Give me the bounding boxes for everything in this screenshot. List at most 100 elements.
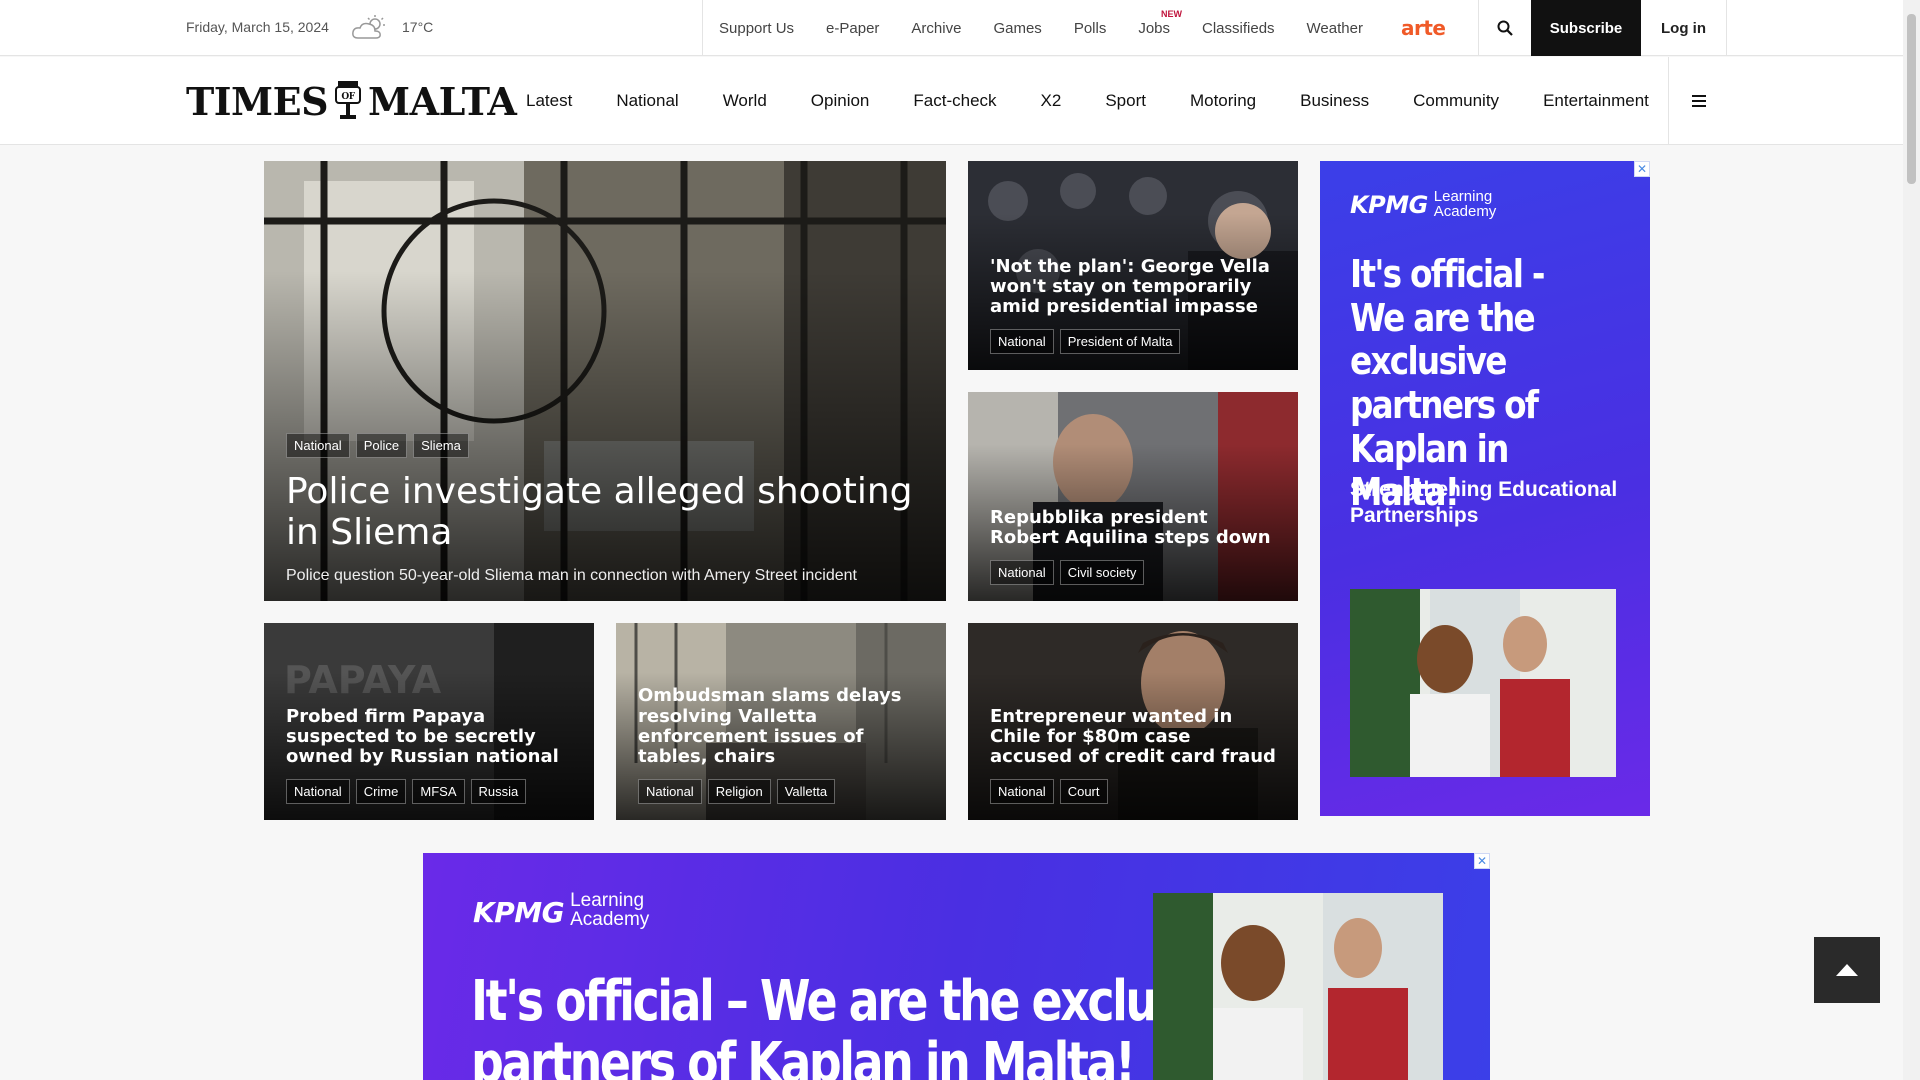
nav-motoring[interactable]: Motoring	[1168, 91, 1278, 111]
tag-police[interactable]: Police	[355, 433, 408, 459]
top-utility-bar: Friday, March 15, 2024 17°C Support Us e…	[0, 0, 1920, 56]
small-article-content: Ombudsman slams delays resolving Vallett…	[638, 686, 924, 804]
arrow-up-icon	[1836, 964, 1858, 976]
ad-headline-line1: It's official – We are the exclusive	[471, 969, 1252, 1034]
new-badge: NEW	[1161, 8, 1183, 19]
side-article-tags: National President of Malta	[990, 329, 1276, 354]
section-nav: Latest National World Opinion Fact-check…	[504, 57, 1671, 145]
side-article-title[interactable]: Repubblika president Robert Aquilina ste…	[990, 507, 1276, 548]
tag-civil-society[interactable]: Civil society	[1059, 560, 1145, 585]
kpmg-logo: KPMG Learning Academy	[473, 891, 649, 929]
hero-article[interactable]: National Police Sliema Police investigat…	[264, 161, 946, 601]
link-e-paper[interactable]: e-Paper	[810, 20, 895, 37]
small-article-papaya[interactable]: PAPAYA Probed firm Papaya suspected to b…	[264, 623, 594, 820]
nav-opinion[interactable]: Opinion	[789, 91, 892, 111]
ad-subline: Strengthening Educational Partnerships	[1350, 478, 1618, 528]
kpmg-academy-label: Learning Academy	[570, 891, 649, 929]
subscribe-button[interactable]: Subscribe	[1531, 0, 1641, 56]
back-to-top-button[interactable]	[1814, 937, 1880, 1003]
nav-community[interactable]: Community	[1391, 91, 1521, 111]
kpmg-sub-line1: Learning	[570, 890, 645, 911]
hamburger-menu-icon	[1691, 95, 1706, 107]
kpmg-banner-advert[interactable]: ✕ KPMG Learning Academy It's official – W…	[423, 853, 1490, 1080]
current-date: Friday, March 15, 2024	[186, 19, 329, 35]
scrollbar-thumb[interactable]	[1907, 14, 1916, 184]
crest-icon: OF	[335, 81, 362, 119]
ad-photo	[1350, 589, 1616, 777]
nav-sport[interactable]: Sport	[1083, 91, 1168, 111]
kpmg-brand: KPMG	[473, 896, 565, 929]
nav-world[interactable]: World	[701, 91, 789, 111]
nav-business[interactable]: Business	[1278, 91, 1391, 111]
tag-religion[interactable]: Religion	[707, 779, 771, 804]
small-article-title[interactable]: Entrepreneur wanted in Chile for $80m ca…	[990, 706, 1276, 767]
tag-national[interactable]: National	[990, 779, 1054, 804]
close-icon[interactable]: ✕	[1474, 853, 1490, 869]
nav-fact-check[interactable]: Fact-check	[891, 91, 1018, 111]
side-article-repubblika[interactable]: Repubblika president Robert Aquilina ste…	[968, 392, 1298, 601]
hero-title[interactable]: Police investigate alleged shooting in S…	[286, 472, 924, 553]
nav-latest[interactable]: Latest	[504, 91, 594, 111]
tag-national[interactable]: National	[286, 779, 350, 804]
hero-tags: National Police Sliema	[286, 433, 924, 459]
side-article-content: 'Not the plan': George Vella won't stay …	[990, 256, 1276, 354]
tag-national[interactable]: National	[990, 560, 1054, 585]
kpmg-brand: KPMG	[1350, 191, 1428, 219]
small-article-tags: National Court	[990, 779, 1276, 804]
ad-photo	[1153, 893, 1443, 1080]
link-polls[interactable]: Polls	[1058, 20, 1123, 37]
link-support-us[interactable]: Support Us	[703, 20, 810, 37]
ad-headline-line2: partners of Kaplan in Malta!	[471, 1030, 1136, 1080]
small-article-ombudsman[interactable]: Ombudsman slams delays resolving Vallett…	[616, 623, 946, 820]
link-archive[interactable]: Archive	[895, 20, 977, 37]
kpmg-sub-line2: Academy	[1433, 203, 1497, 220]
tag-sliema[interactable]: Sliema	[413, 433, 469, 459]
hamburger-menu-button[interactable]	[1668, 57, 1728, 145]
page-scrollbar[interactable]	[1903, 0, 1920, 1080]
hero-content: National Police Sliema Police investigat…	[286, 433, 924, 585]
side-article-tags: National Civil society	[990, 560, 1276, 585]
link-classifieds[interactable]: Classifieds	[1186, 20, 1291, 37]
link-jobs[interactable]: Jobs NEW	[1122, 9, 1186, 37]
tag-crime[interactable]: Crime	[355, 779, 407, 804]
link-games[interactable]: Games	[977, 20, 1057, 37]
temperature: 17°C	[402, 19, 434, 35]
tag-mfsa[interactable]: MFSA	[412, 779, 465, 804]
small-article-title[interactable]: Ombudsman slams delays resolving Vallett…	[638, 686, 924, 767]
ad-headline: It's official - We are the exclusive par…	[1350, 252, 1545, 515]
tag-valletta[interactable]: Valletta	[776, 779, 836, 804]
small-article-entrepreneur[interactable]: Entrepreneur wanted in Chile for $80m ca…	[968, 623, 1298, 820]
times-of-malta-logo[interactable]: TIMES OF MALTA	[186, 78, 517, 124]
close-icon[interactable]: ✕	[1634, 161, 1650, 177]
tag-national[interactable]: National	[990, 329, 1054, 354]
search-button[interactable]	[1478, 0, 1530, 56]
search-icon	[1497, 20, 1513, 36]
tag-court[interactable]: Court	[1059, 779, 1108, 804]
tag-national[interactable]: National	[638, 779, 702, 804]
small-article-title[interactable]: Probed firm Papaya suspected to be secre…	[286, 706, 572, 767]
tag-russia[interactable]: Russia	[470, 779, 527, 804]
utility-nav: Support Us e-Paper Archive Games Polls J…	[702, 0, 1467, 56]
link-weather[interactable]: Weather	[1291, 20, 1379, 37]
arte-logo-link[interactable]: arte	[1379, 16, 1467, 40]
nav-entertainment[interactable]: Entertainment	[1521, 91, 1671, 111]
tag-president-of-malta[interactable]: President of Malta	[1059, 329, 1181, 354]
link-jobs-label: Jobs	[1138, 19, 1171, 37]
kpmg-side-advert[interactable]: ✕ KPMG Learning Academy It's official - W…	[1320, 161, 1650, 816]
kpmg-sub-line2: Academy	[570, 909, 650, 930]
svg-text:OF: OF	[341, 92, 355, 102]
small-article-tags: National Religion Valletta	[638, 779, 924, 804]
kpmg-academy-label: Learning Academy	[1434, 189, 1497, 219]
side-article-george-vella[interactable]: 'Not the plan': George Vella won't stay …	[968, 161, 1298, 370]
nav-x2[interactable]: X2	[1019, 91, 1084, 111]
main-navigation: TIMES OF MALTA Latest National World Opi…	[0, 57, 1920, 145]
login-button[interactable]: Log in	[1641, 0, 1727, 56]
small-article-content: Entrepreneur wanted in Chile for $80m ca…	[990, 706, 1276, 804]
nav-national[interactable]: National	[594, 91, 700, 111]
small-article-content: Probed firm Papaya suspected to be secre…	[286, 706, 572, 804]
logo-word-times: TIMES	[186, 78, 329, 124]
tag-national[interactable]: National	[286, 433, 350, 459]
side-article-content: Repubblika president Robert Aquilina ste…	[990, 507, 1276, 585]
side-article-title[interactable]: 'Not the plan': George Vella won't stay …	[990, 256, 1276, 317]
cloud-sun-icon	[352, 15, 385, 39]
